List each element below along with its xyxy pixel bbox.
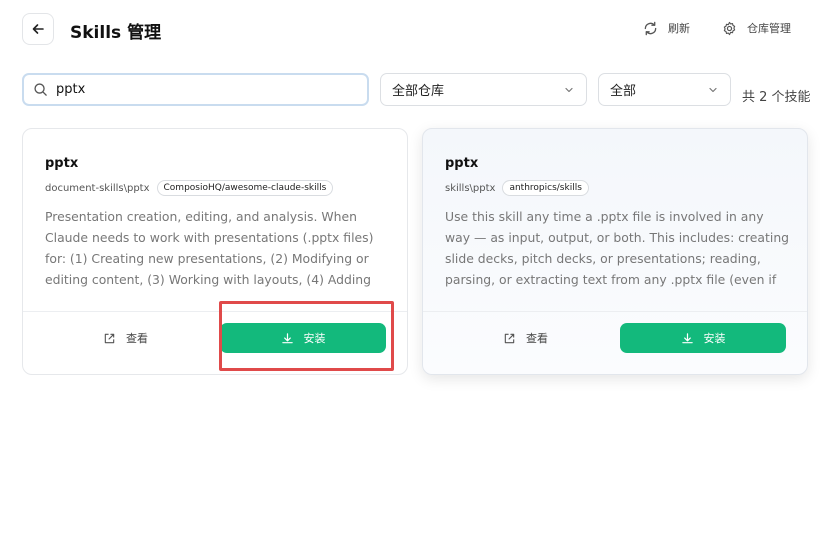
- back-button[interactable]: [22, 13, 54, 45]
- skill-description: Presentation creation, editing, and anal…: [45, 209, 374, 287]
- skill-card: pptx skills\pptx anthropics/skills Use t…: [422, 128, 808, 375]
- view-button[interactable]: 查看: [103, 330, 148, 346]
- repo-badge: ComposioHQ/awesome-claude-skills: [156, 180, 334, 196]
- type-select[interactable]: 全部: [598, 73, 731, 106]
- external-link-icon: [503, 332, 516, 345]
- search-input[interactable]: [56, 82, 346, 97]
- install-label: 安装: [703, 332, 726, 345]
- chevron-down-icon: [708, 85, 718, 95]
- skill-count: 共 2 个技能: [742, 90, 811, 105]
- view-label: 查看: [126, 332, 148, 345]
- view-label: 查看: [526, 332, 548, 345]
- external-link-icon: [103, 332, 116, 345]
- page-title: Skills 管理: [70, 23, 162, 43]
- skill-meta: document-skills\pptx ComposioHQ/awesome-…: [45, 180, 334, 196]
- gear-icon: [722, 21, 737, 36]
- search-box[interactable]: [22, 73, 369, 106]
- repo-manage-label: 仓库管理: [747, 22, 791, 35]
- skill-description: Use this skill any time a .pptx file is …: [445, 209, 790, 287]
- install-label: 安装: [303, 332, 326, 345]
- install-button[interactable]: 安装: [620, 323, 786, 353]
- refresh-label: 刷新: [668, 22, 690, 35]
- refresh-button[interactable]: 刷新: [643, 20, 690, 36]
- card-divider: [423, 311, 807, 312]
- download-icon: [281, 332, 294, 345]
- view-button[interactable]: 查看: [503, 330, 548, 346]
- repo-badge: anthropics/skills: [502, 180, 589, 196]
- refresh-icon: [643, 21, 658, 36]
- download-icon: [681, 332, 694, 345]
- search-icon: [33, 82, 48, 97]
- skill-path: document-skills\pptx: [45, 182, 150, 194]
- repo-select[interactable]: 全部仓库: [380, 73, 587, 106]
- skill-path: skills\pptx: [445, 182, 496, 194]
- chevron-down-icon: [564, 85, 574, 95]
- arrow-left-icon: [31, 22, 45, 36]
- type-select-value: 全部: [610, 84, 637, 99]
- card-divider: [23, 311, 407, 312]
- skill-title: pptx: [45, 156, 79, 171]
- repo-select-value: 全部仓库: [392, 84, 445, 99]
- skill-card: pptx document-skills\pptx ComposioHQ/awe…: [22, 128, 408, 375]
- page-header: Skills 管理 刷新 仓库管理: [0, 0, 830, 60]
- skill-meta: skills\pptx anthropics/skills: [445, 180, 589, 196]
- install-button[interactable]: 安装: [220, 323, 386, 353]
- repo-manage-button[interactable]: 仓库管理: [722, 20, 791, 36]
- skill-title: pptx: [445, 156, 479, 171]
